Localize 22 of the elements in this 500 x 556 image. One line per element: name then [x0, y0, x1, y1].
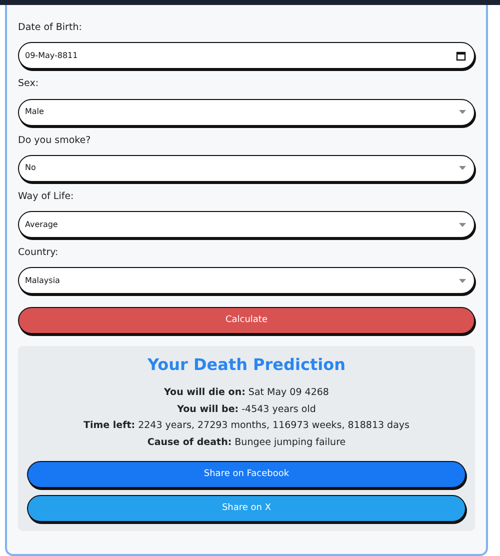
field-label: Sex: [18, 77, 39, 92]
result-line: You will die on: Sat May 09 4268 [163, 386, 330, 400]
result-title: Your Death Prediction [146, 355, 346, 374]
caret-icon [459, 278, 466, 283]
result-line: Cause of death: Bungee jumping failure [146, 436, 347, 450]
date-field[interactable]: 09-May-8811 [18, 42, 475, 70]
select-field[interactable]: No [18, 154, 475, 182]
field-label: Way of Life: [18, 190, 74, 204]
calculate-button[interactable]: Calculate [18, 307, 475, 334]
field-label: Date of Birth: [18, 21, 82, 35]
select-field[interactable]: Male [18, 98, 475, 126]
calendar-icon[interactable] [456, 50, 466, 61]
result-line: Time left: 2243 years, 27293 months, 116973 weeks, 818813 days [82, 419, 410, 434]
share-button[interactable]: Share on Facebook [27, 461, 466, 488]
caret-icon [459, 166, 466, 170]
select-field[interactable]: Average [18, 211, 475, 238]
select-field[interactable]: Malaysia [18, 267, 475, 294]
result-line: You will be: -4543 years old [176, 402, 317, 417]
caret-icon [459, 222, 466, 226]
field-label: Country: [18, 246, 58, 260]
caret-icon [459, 110, 466, 114]
field-label: Do you smoke? [18, 134, 91, 148]
